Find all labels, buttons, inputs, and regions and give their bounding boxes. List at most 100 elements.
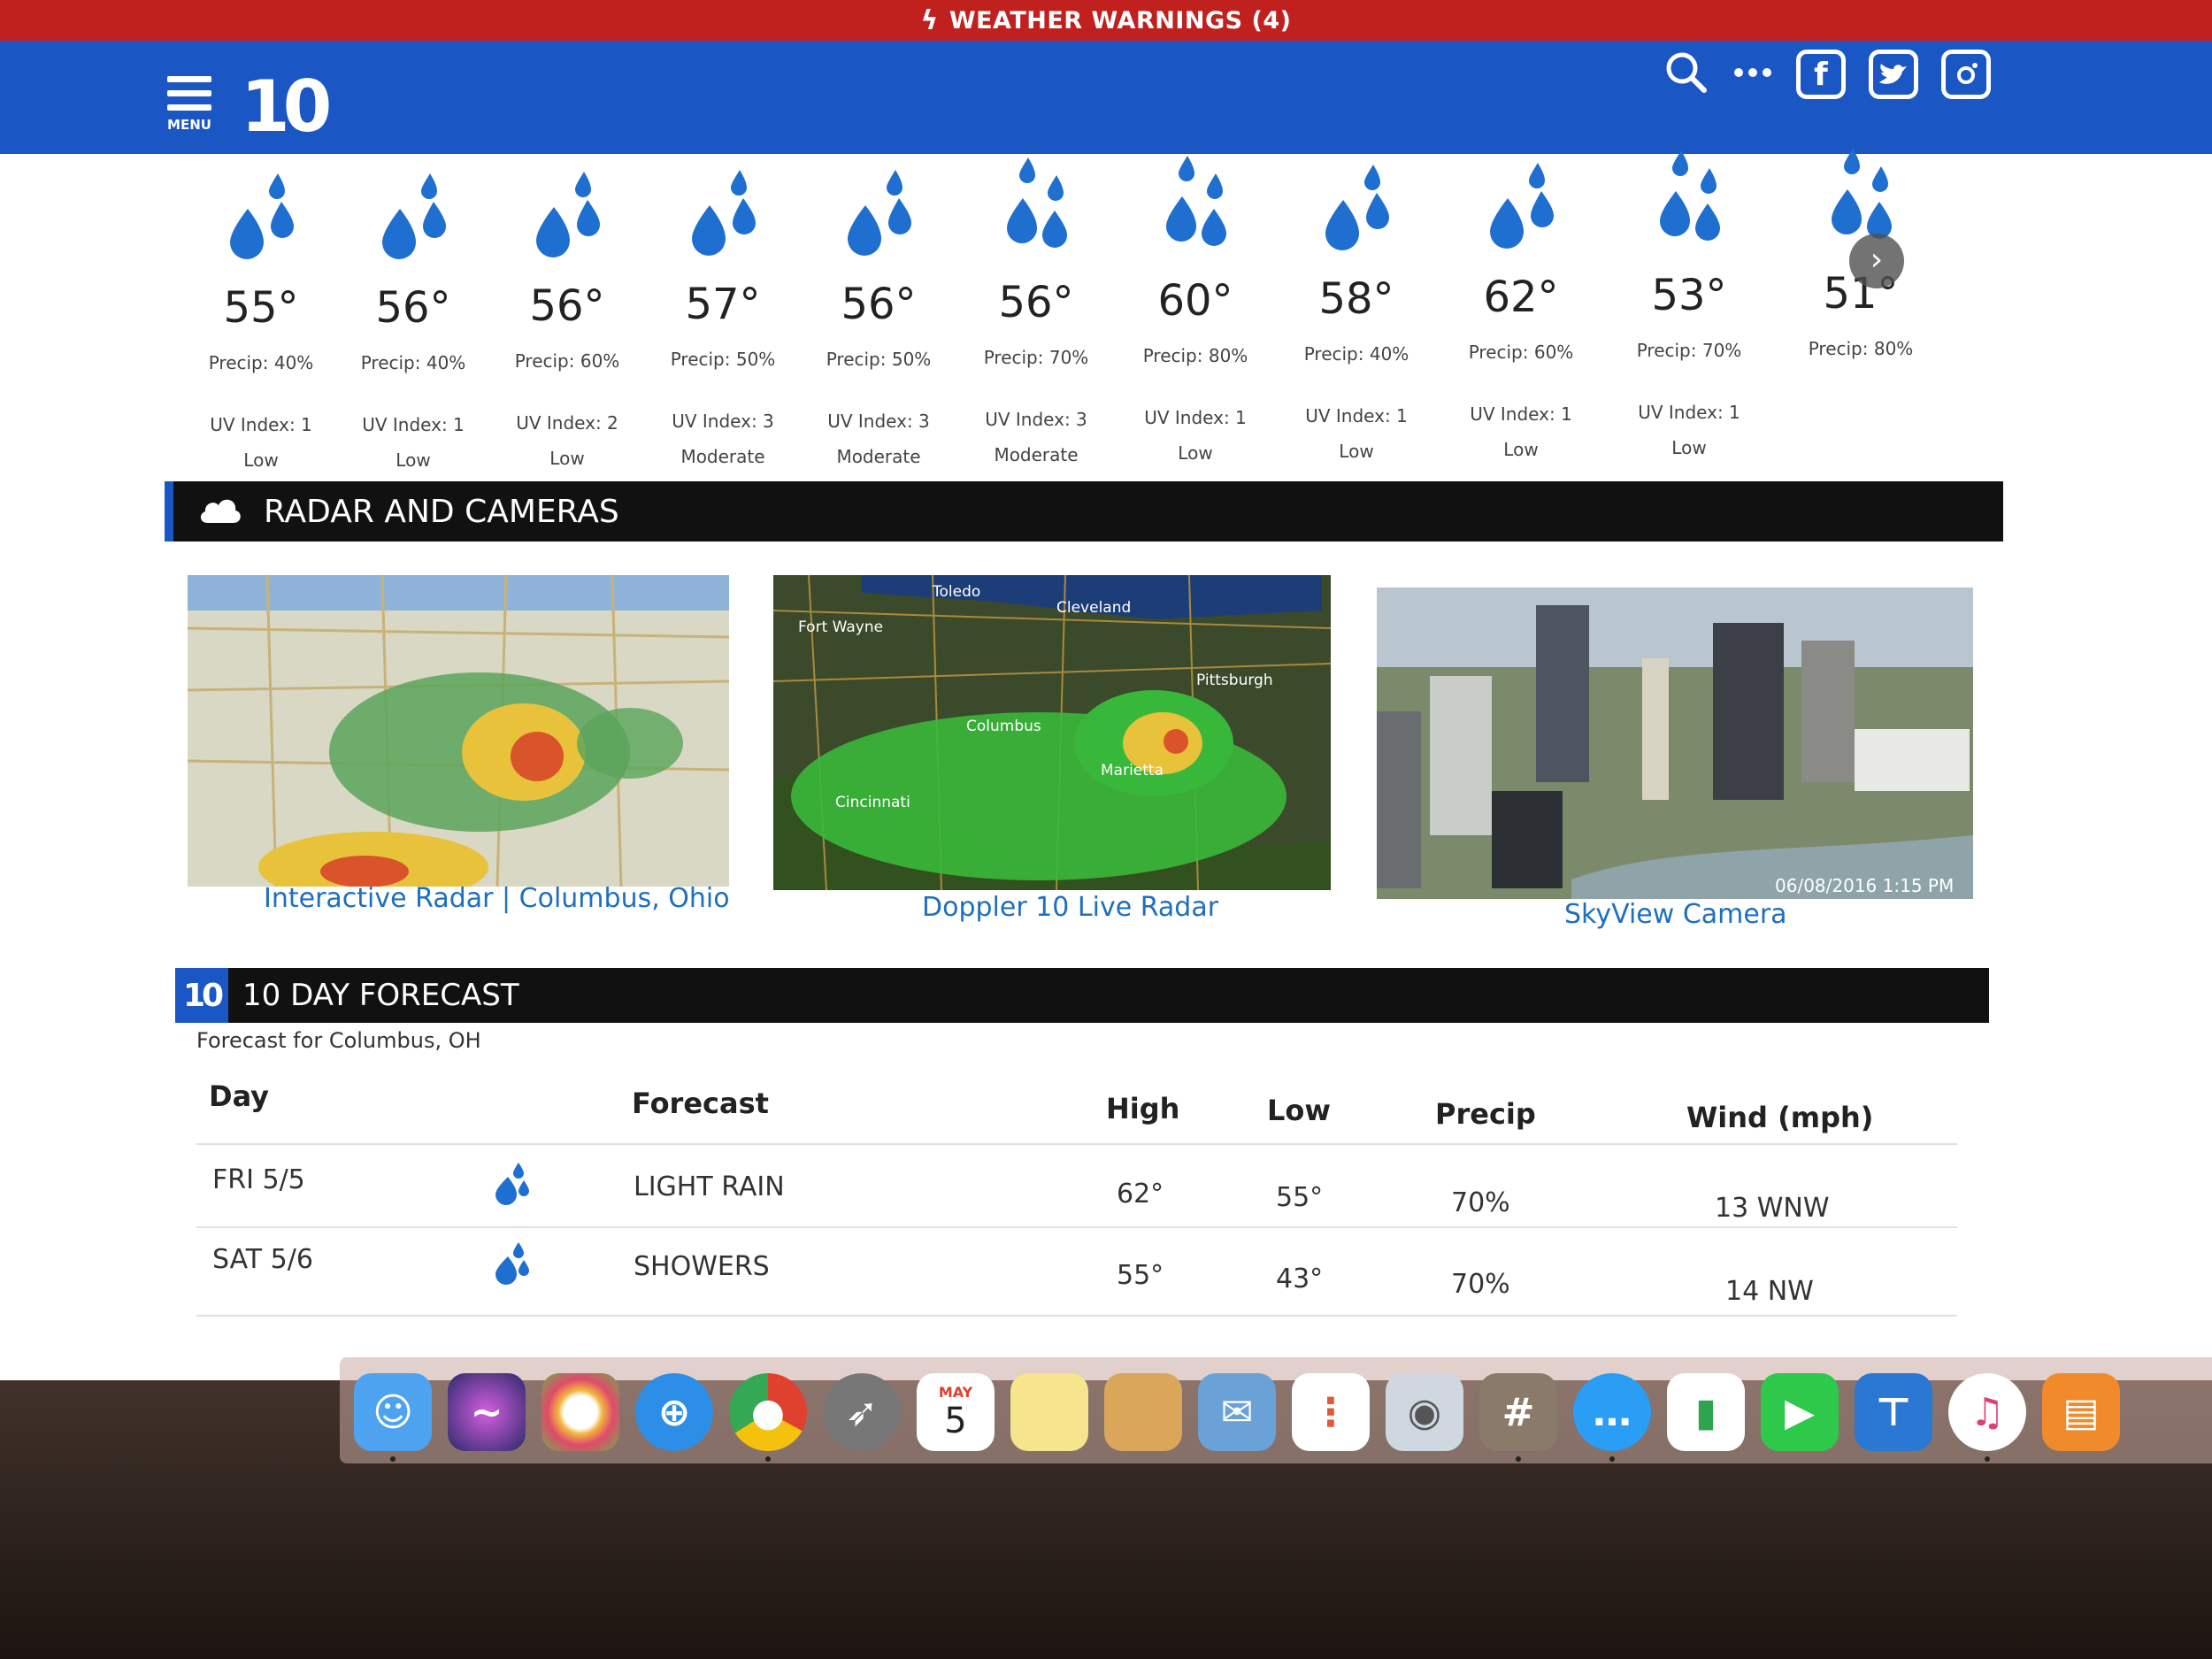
forecast-section-title: 10 DAY FORECAST: [242, 978, 519, 1013]
header-icons: f: [1663, 50, 1991, 99]
hourly-uv-level: Low: [1503, 439, 1539, 460]
forecast-logo: 10: [175, 968, 228, 1023]
table-divider: [196, 1143, 1957, 1145]
calendar-day: 5: [944, 1400, 967, 1441]
row-day: SAT 5/6: [212, 1244, 313, 1275]
doppler-radar-link[interactable]: Doppler 10 Live Radar: [922, 892, 1218, 923]
photo-booth-icon[interactable]: ◉: [1386, 1373, 1463, 1451]
hourly-uv-index: UV Index: 3: [827, 411, 930, 432]
rain-icon: [1614, 147, 1764, 271]
notes-icon[interactable]: [1010, 1373, 1088, 1451]
reminders-icon[interactable]: ⋮: [1292, 1373, 1370, 1451]
search-icon[interactable]: [1663, 50, 1709, 99]
hourly-precip: Precip: 50%: [670, 349, 776, 370]
launchpad-icon[interactable]: ➶: [823, 1373, 901, 1451]
hourly-item: 60° Precip: 80% UV Index: 1 Low: [1120, 152, 1271, 464]
facetime-icon[interactable]: ▶: [1761, 1373, 1839, 1451]
hourly-precip: Precip: 70%: [1636, 340, 1742, 361]
hourly-uv-index: UV Index: 1: [1144, 407, 1247, 428]
calendar-icon[interactable]: MAY 5: [917, 1373, 995, 1451]
hourly-temp: 56°: [529, 281, 605, 331]
hourly-uv-level: Moderate: [836, 446, 921, 467]
hourly-item: 58° Precip: 40% UV Index: 1 Low: [1281, 150, 1432, 462]
rain-icon: [648, 156, 798, 280]
hourly-precip: Precip: 80%: [1142, 345, 1248, 366]
row-low: 55°: [1276, 1182, 1324, 1213]
hourly-item: 53° Precip: 70% UV Index: 1 Low: [1614, 147, 1764, 458]
running-indicator: [1609, 1456, 1615, 1462]
hourly-precip: Precip: 60%: [1468, 342, 1574, 363]
hourly-precip: Precip: 40%: [360, 352, 466, 373]
menu-label: MENU: [167, 117, 211, 133]
hourly-precip: Precip: 40%: [1303, 343, 1409, 365]
safari-icon[interactable]: ⊕: [635, 1373, 713, 1451]
hourly-uv-level: Moderate: [680, 446, 765, 467]
messages-icon[interactable]: …: [1573, 1373, 1651, 1451]
row-precip: 70%: [1451, 1187, 1510, 1218]
weather-warnings-label: WEATHER WARNINGS (4): [949, 6, 1292, 35]
twitter-icon[interactable]: [1869, 50, 1918, 99]
hourly-uv-level: Low: [1671, 437, 1707, 458]
rain-icon: [1446, 149, 1596, 273]
rain-icon: [490, 1240, 533, 1294]
hourly-temp: 56°: [841, 280, 917, 329]
lightning-icon: ϟ: [920, 4, 939, 36]
hourly-uv-index: UV Index: 1: [1470, 403, 1572, 425]
hourly-precip: Precip: 70%: [983, 347, 1089, 368]
keynote-icon[interactable]: ⊤: [1855, 1373, 1932, 1451]
row-high: 55°: [1117, 1260, 1164, 1291]
weather-warnings-bar[interactable]: ϟ WEATHER WARNINGS (4): [0, 0, 2212, 41]
interactive-radar-link[interactable]: Interactive Radar | Columbus, Ohio: [264, 883, 730, 914]
hourly-temp: 62°: [1483, 273, 1559, 322]
siri-icon[interactable]: ~: [448, 1373, 526, 1451]
hourly-temp: 56°: [998, 278, 1074, 327]
row-day: FRI 5/5: [212, 1164, 305, 1195]
row-low: 43°: [1276, 1263, 1324, 1294]
numbers-icon[interactable]: ▮: [1667, 1373, 1745, 1451]
map-label-cleveland: Cleveland: [1056, 599, 1131, 617]
hourly-temp: 57°: [685, 280, 761, 329]
more-icon[interactable]: [1732, 64, 1773, 85]
column-header-day: Day: [209, 1079, 270, 1113]
forecast-section-header: 10 10 DAY FORECAST: [175, 968, 1989, 1023]
hourly-precip: Precip: 80%: [1808, 338, 1914, 359]
skyview-camera-thumbnail[interactable]: 06/08/2016 1:15 PM: [1377, 588, 1973, 899]
row-high: 62°: [1117, 1179, 1164, 1210]
calculator-icon[interactable]: #: [1479, 1373, 1557, 1451]
menu-button[interactable]: MENU: [165, 76, 214, 138]
rain-icon: [1120, 152, 1271, 276]
itunes-icon[interactable]: ♫: [1948, 1373, 2026, 1451]
interactive-radar-thumbnail[interactable]: [188, 575, 729, 887]
cloud-icon: [198, 495, 242, 528]
rain-icon: [803, 156, 954, 280]
chrome-icon[interactable]: ●: [729, 1373, 807, 1451]
finder-icon[interactable]: ☺: [354, 1373, 432, 1451]
next-arrow-button[interactable]: ›: [1849, 234, 1904, 288]
skyview-camera-link[interactable]: SkyView Camera: [1564, 899, 1787, 930]
hourly-precip: Precip: 40%: [208, 352, 314, 373]
hourly-item: 56° Precip: 70% UV Index: 3 Moderate: [961, 154, 1111, 465]
facebook-icon[interactable]: f: [1796, 50, 1846, 99]
browser-page: ϟ WEATHER WARNINGS (4) MENU 10 f 55° Prec…: [0, 0, 2212, 1380]
running-indicator: [1516, 1456, 1521, 1462]
hourly-item: 62° Precip: 60% UV Index: 1 Low: [1446, 149, 1596, 460]
photos-icon[interactable]: [541, 1373, 619, 1451]
running-indicator: [1985, 1456, 1990, 1462]
hourly-uv-level: Low: [396, 449, 431, 471]
site-logo[interactable]: 10: [241, 65, 332, 148]
instagram-icon[interactable]: [1941, 50, 1991, 99]
table-divider: [196, 1315, 1957, 1317]
hourly-precip: Precip: 50%: [826, 349, 932, 370]
mail-icon[interactable]: ✉: [1198, 1373, 1276, 1451]
row-wind: 13 WNW: [1715, 1193, 1830, 1224]
hourly-precip: Precip: 60%: [514, 350, 620, 372]
doppler-radar-thumbnail[interactable]: Toledo Cleveland Fort Wayne Pittsburgh C…: [773, 575, 1331, 890]
hourly-uv-level: Low: [1178, 442, 1213, 464]
map-label-pittsburgh: Pittsburgh: [1196, 672, 1273, 689]
hourly-uv-level: Low: [1339, 441, 1374, 462]
row-forecast: SHOWERS: [634, 1251, 770, 1282]
preview-icon[interactable]: [1104, 1373, 1182, 1451]
column-header-wind: Wind (mph): [1686, 1101, 1874, 1134]
hamburger-icon: [165, 76, 214, 111]
ibooks-icon[interactable]: ▤: [2042, 1373, 2120, 1451]
